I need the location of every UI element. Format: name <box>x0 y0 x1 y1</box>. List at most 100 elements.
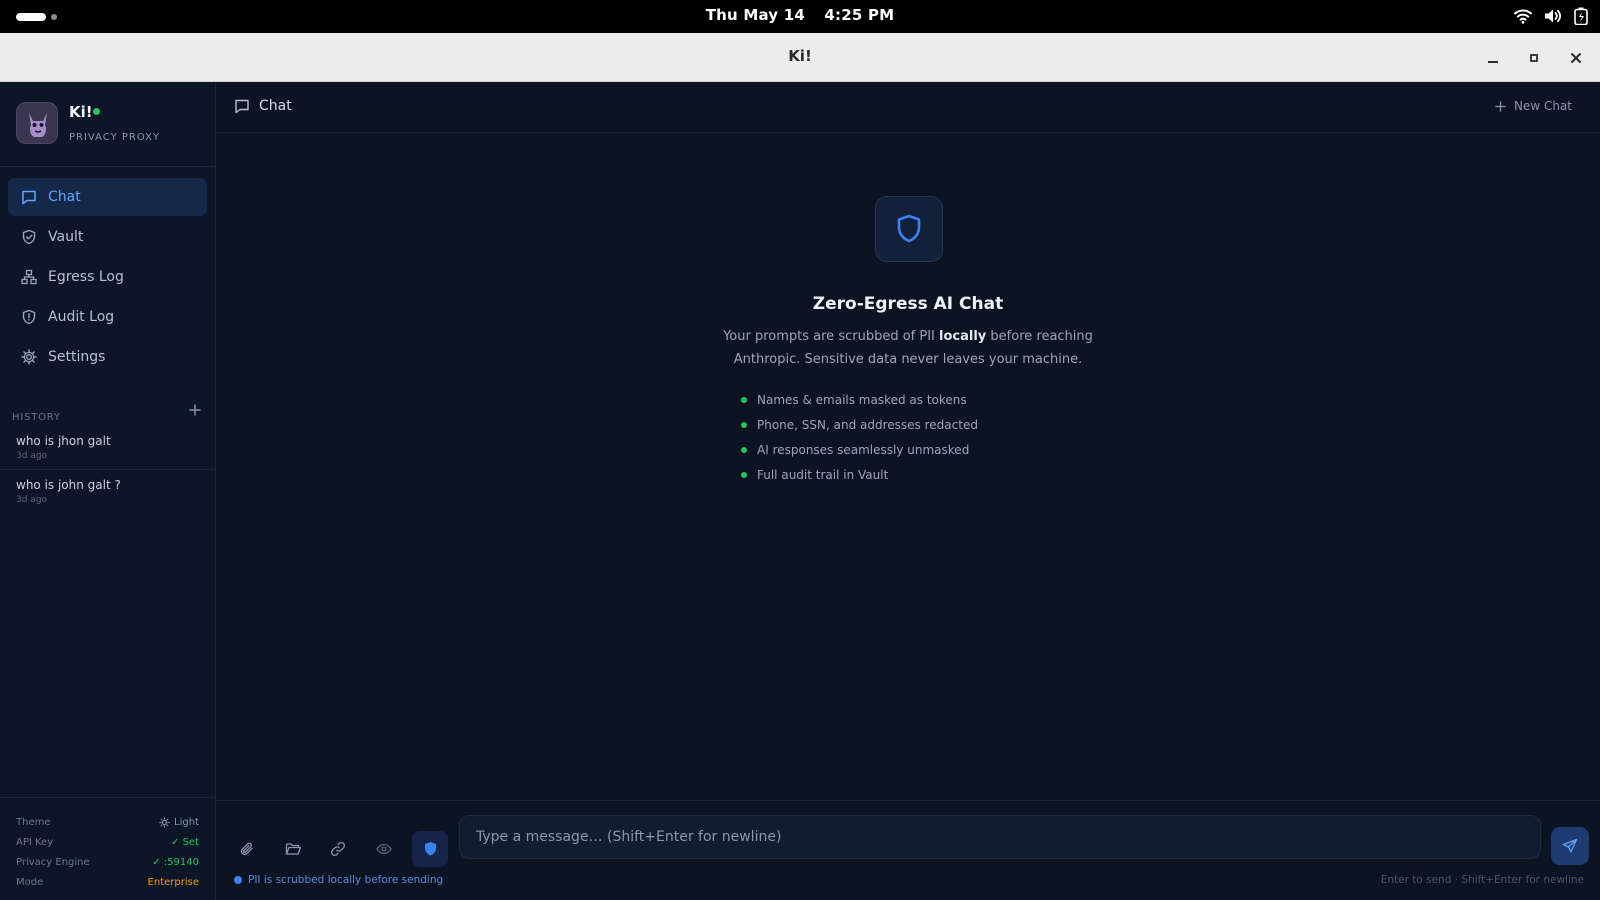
wifi-icon[interactable] <box>1514 8 1532 24</box>
sidebar-footer: Theme Light API Key ✓ Set Privacy Engine… <box>0 797 215 900</box>
history-item-date: 3d ago <box>16 495 48 505</box>
chat-header-title-group: Chat <box>234 98 292 114</box>
list-item: Full audit trail in Vault <box>741 462 978 487</box>
shield-alert-icon <box>21 309 37 325</box>
system-time: 4:25 PM <box>824 6 895 24</box>
plus-icon <box>1495 100 1506 112</box>
sidebar: Ki! PRIVACY PROXY Chat Vault Egress Log <box>0 82 216 900</box>
bullet-dot <box>741 396 747 403</box>
privacy-engine-row: Privacy Engine ✓ :59140 <box>16 852 199 872</box>
api-key-row: API Key ✓ Set <box>16 832 199 852</box>
nav-item-label: Chat <box>48 189 81 205</box>
battery-icon[interactable] <box>1574 7 1588 25</box>
message-square-icon <box>21 189 37 205</box>
paperclip-icon <box>240 842 253 856</box>
history-label: HISTORY <box>12 412 61 423</box>
mode-row: Mode Enterprise <box>16 872 199 892</box>
mode-label: Mode <box>16 876 44 888</box>
system-date: Thu May 14 <box>705 6 805 24</box>
brand-subtitle: PRIVACY PROXY <box>69 132 161 143</box>
nav-item-settings[interactable]: Settings <box>8 338 207 376</box>
gear-icon <box>21 349 37 365</box>
preview-toggle-button[interactable] <box>366 831 402 867</box>
close-button[interactable] <box>1567 49 1585 67</box>
theme-label: Theme <box>16 816 51 828</box>
online-status-dot <box>93 108 100 115</box>
hero-title: Zero-Egress AI Chat <box>812 294 1004 314</box>
hero-description-text: Your prompts are scrubbed of PII <box>723 329 940 344</box>
insert-link-button[interactable] <box>320 831 356 867</box>
maximize-button[interactable] <box>1525 49 1543 67</box>
brand-name: Ki! <box>69 103 93 121</box>
list-item: Phone, SSN, and addresses redacted <box>741 412 978 437</box>
feature-text: AI responses seamlessly unmasked <box>757 442 970 457</box>
mode-value: Enterprise <box>147 876 199 888</box>
history-item[interactable]: who is jhon galt 3d ago <box>16 434 202 461</box>
nav-item-audit-log[interactable]: Audit Log <box>8 298 207 336</box>
nav-item-label: Audit Log <box>48 309 115 325</box>
list-item: Names & emails masked as tokens <box>741 387 978 412</box>
composer: PII is scrubbed locally before sending E… <box>216 800 1600 900</box>
minimize-button[interactable] <box>1484 49 1502 67</box>
bullet-dot <box>741 421 747 428</box>
api-key-value: ✓ Set <box>171 836 199 848</box>
hero-description: Your prompts are scrubbed of PII locally… <box>698 325 1118 371</box>
shield-icon <box>875 196 943 262</box>
nav-item-label: Vault <box>48 229 84 245</box>
message-input[interactable] <box>459 815 1541 859</box>
api-key-label: API Key <box>16 836 54 848</box>
feature-text: Phone, SSN, and addresses redacted <box>757 417 978 432</box>
bullet-dot <box>741 446 747 453</box>
attach-file-button[interactable] <box>229 831 265 867</box>
history-item-date: 3d ago <box>16 451 48 461</box>
privacy-engine-value: ✓ :59140 <box>152 856 199 868</box>
folder-open-icon <box>285 843 301 855</box>
add-history-button[interactable] <box>188 403 202 417</box>
hero-description-emphasis: locally <box>939 329 987 344</box>
sun-icon <box>159 816 170 828</box>
new-chat-button[interactable]: New Chat <box>1495 99 1572 113</box>
feature-list: Names & emails masked as tokens Phone, S… <box>741 387 978 487</box>
nav-item-label: Egress Log <box>48 269 124 285</box>
pii-shield-toggle[interactable] <box>412 831 448 867</box>
history-item-title: who is jhon galt <box>16 434 111 448</box>
open-folder-button[interactable] <box>275 831 311 867</box>
send-button[interactable] <box>1551 827 1589 865</box>
chat-header: Chat New Chat <box>216 82 1600 133</box>
eye-icon <box>376 843 392 855</box>
window-title: Ki! <box>788 47 812 65</box>
system-clock[interactable]: Thu May 14 4:25 PM <box>0 6 1600 24</box>
feature-text: Names & emails masked as tokens <box>757 392 967 407</box>
list-item: AI responses seamlessly unmasked <box>741 437 978 462</box>
status-dot <box>234 876 242 884</box>
bullet-dot <box>741 471 747 478</box>
chat-main: Chat New Chat Zero-Egress AI Chat Your p… <box>216 82 1600 900</box>
main-nav: Chat Vault Egress Log Audit Log Settings <box>0 167 215 470</box>
privacy-engine-label: Privacy Engine <box>16 856 90 868</box>
pii-scrub-note-text: PII is scrubbed locally before sending <box>248 874 444 886</box>
brand-header: Ki! PRIVACY PROXY <box>0 82 215 167</box>
send-icon <box>1562 838 1578 853</box>
nav-item-vault[interactable]: Vault <box>8 218 207 256</box>
keyboard-hint: Enter to send · Shift+Enter for newline <box>1380 874 1584 886</box>
new-chat-label: New Chat <box>1513 99 1572 113</box>
theme-value: Light <box>174 816 199 828</box>
network-icon <box>21 269 37 285</box>
feature-text: Full audit trail in Vault <box>757 467 889 482</box>
window-title-bar[interactable]: Ki! <box>0 33 1600 82</box>
chat-header-title: Chat <box>259 98 292 114</box>
volume-icon[interactable] <box>1544 8 1562 24</box>
history-item[interactable]: who is john galt ? 3d ago <box>16 478 202 505</box>
avatar <box>16 102 58 144</box>
theme-toggle[interactable]: Light <box>159 817 199 828</box>
theme-row: Theme Light <box>16 812 199 832</box>
link-icon <box>330 841 346 857</box>
history-item-title: who is john galt ? <box>16 478 121 492</box>
history-header: HISTORY <box>12 403 202 423</box>
shield-icon <box>424 842 436 856</box>
system-tray <box>1514 7 1588 25</box>
nav-item-label: Settings <box>48 349 106 365</box>
pii-scrub-note: PII is scrubbed locally before sending <box>234 874 443 886</box>
nav-item-chat[interactable]: Chat <box>8 178 207 216</box>
nav-item-egress-log[interactable]: Egress Log <box>8 258 207 296</box>
